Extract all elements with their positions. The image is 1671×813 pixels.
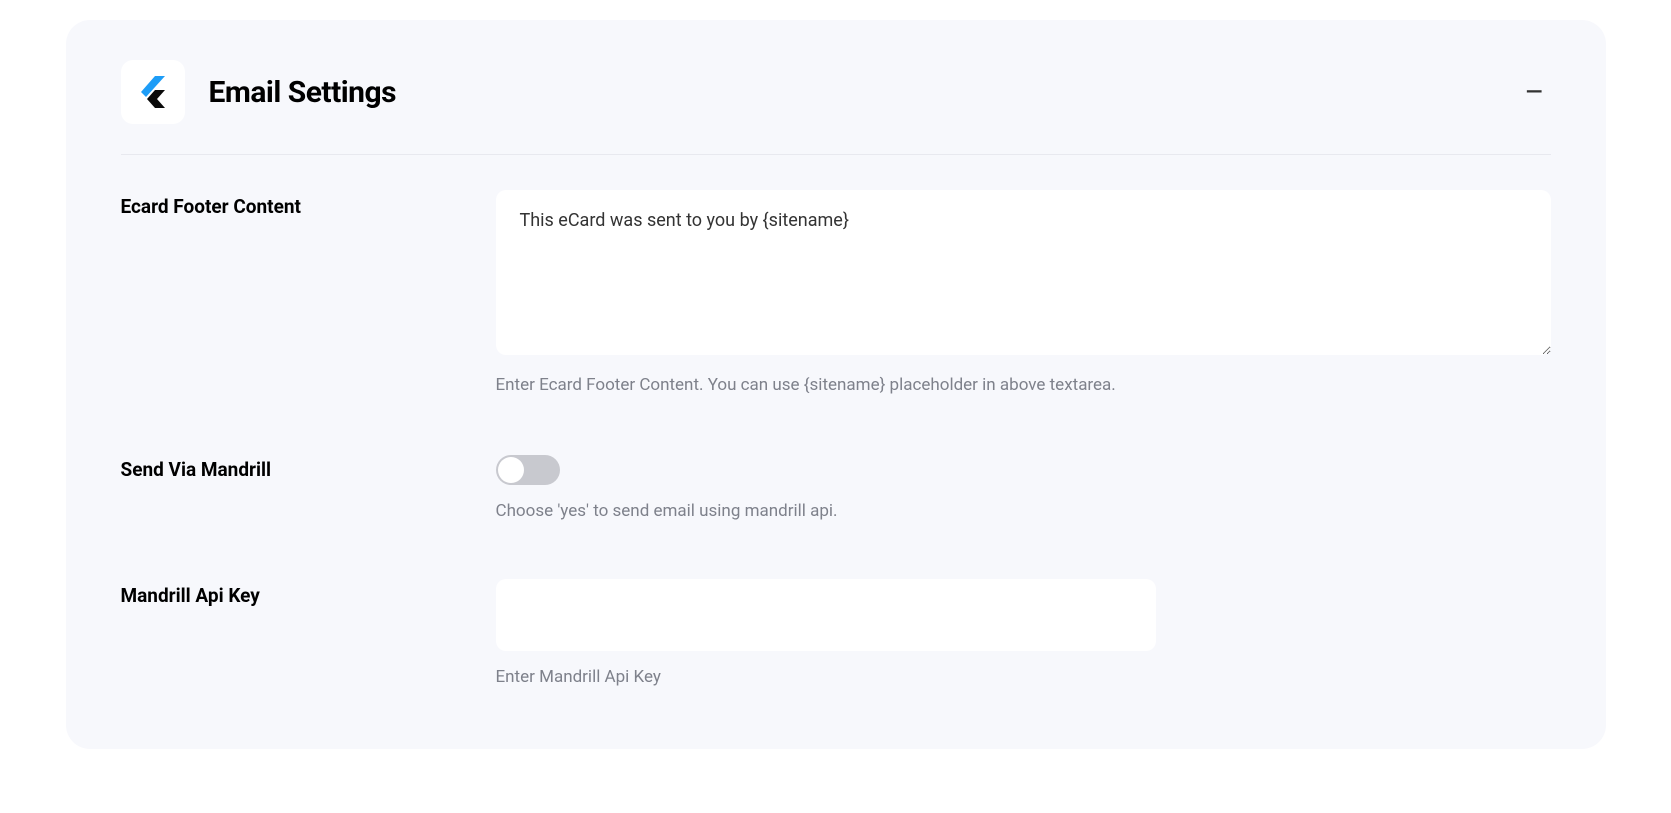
form-row-send-via-mandrill: Send Via Mandrill Choose 'yes' to send e… (121, 453, 1551, 524)
form-row-mandrill-api-key: Mandrill Api Key Enter Mandrill Api Key (121, 579, 1551, 690)
header-left: Email Settings (121, 60, 397, 124)
send-via-mandrill-toggle[interactable] (496, 455, 560, 485)
mandrill-api-key-help: Enter Mandrill Api Key (496, 666, 1551, 690)
panel-logo (121, 60, 185, 124)
send-via-mandrill-field: Choose 'yes' to send email using mandril… (496, 453, 1551, 524)
panel-title: Email Settings (209, 75, 397, 110)
ecard-footer-field: Enter Ecard Footer Content. You can use … (496, 190, 1551, 398)
mandrill-api-key-label: Mandrill Api Key (121, 579, 496, 607)
send-via-mandrill-label: Send Via Mandrill (121, 453, 496, 481)
collapse-icon[interactable]: — (1518, 76, 1551, 109)
email-settings-panel: Email Settings — Ecard Footer Content En… (66, 20, 1606, 749)
ecard-footer-help: Enter Ecard Footer Content. You can use … (496, 374, 1551, 398)
panel-header: Email Settings — (121, 60, 1551, 155)
send-via-mandrill-help: Choose 'yes' to send email using mandril… (496, 500, 1551, 524)
form-row-ecard-footer: Ecard Footer Content Enter Ecard Footer … (121, 190, 1551, 398)
flutter-icon (135, 74, 171, 110)
ecard-footer-textarea[interactable] (496, 190, 1551, 355)
toggle-slider (496, 455, 560, 485)
ecard-footer-label: Ecard Footer Content (121, 190, 496, 218)
mandrill-api-key-field: Enter Mandrill Api Key (496, 579, 1551, 690)
mandrill-api-key-input[interactable] (496, 579, 1156, 651)
